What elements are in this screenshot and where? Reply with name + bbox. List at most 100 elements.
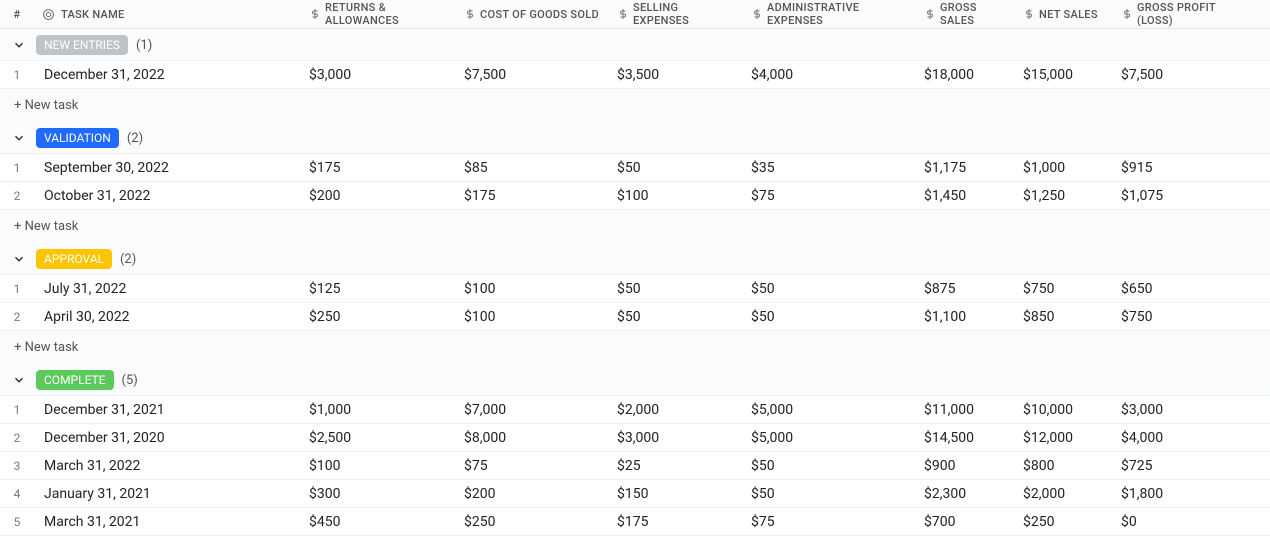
gross-sales-cell[interactable]: $700 <box>916 514 1015 530</box>
cogs-cell[interactable]: $175 <box>456 188 609 204</box>
net-sales-cell[interactable]: $1,250 <box>1015 188 1113 204</box>
new-task-button[interactable]: + New task <box>0 210 1270 243</box>
cogs-cell[interactable]: $8,000 <box>456 430 609 446</box>
admin-cell[interactable]: $5,000 <box>743 430 916 446</box>
cogs-cell[interactable]: $7,000 <box>456 402 609 418</box>
returns-cell[interactable]: $175 <box>301 160 456 176</box>
column-header-net-sales[interactable]: NET SALES <box>1015 8 1113 21</box>
chevron-down-icon[interactable] <box>10 129 28 147</box>
gross-profit-cell[interactable]: $4,000 <box>1113 430 1253 446</box>
gross-profit-cell[interactable]: $915 <box>1113 160 1253 176</box>
cogs-cell[interactable]: $7,500 <box>456 67 609 83</box>
admin-cell[interactable]: $50 <box>743 486 916 502</box>
task-name-cell[interactable]: December 31, 2021 <box>34 402 301 418</box>
table-row[interactable]: 1July 31, 2022$125$100$50$50$875$750$650 <box>0 274 1270 303</box>
column-header-gross-sales[interactable]: GROSS SALES <box>916 1 1015 27</box>
column-header-selling[interactable]: SELLING EXPENSES <box>609 1 743 27</box>
status-pill[interactable]: VALIDATION <box>36 128 119 148</box>
gross-profit-cell[interactable]: $7,500 <box>1113 67 1253 83</box>
net-sales-cell[interactable]: $800 <box>1015 458 1113 474</box>
column-header-admin[interactable]: ADMINISTRATIVE EXPENSES <box>743 1 916 27</box>
returns-cell[interactable]: $200 <box>301 188 456 204</box>
gross-sales-cell[interactable]: $900 <box>916 458 1015 474</box>
table-row[interactable]: 3March 31, 2022$100$75$25$50$900$800$725 <box>0 451 1270 480</box>
gross-profit-cell[interactable]: $750 <box>1113 309 1253 325</box>
new-task-button[interactable]: + New task <box>0 331 1270 364</box>
net-sales-cell[interactable]: $250 <box>1015 514 1113 530</box>
returns-cell[interactable]: $3,000 <box>301 67 456 83</box>
task-name-cell[interactable]: October 31, 2022 <box>34 188 301 204</box>
admin-cell[interactable]: $50 <box>743 309 916 325</box>
admin-cell[interactable]: $35 <box>743 160 916 176</box>
net-sales-cell[interactable]: $10,000 <box>1015 402 1113 418</box>
chevron-down-icon[interactable] <box>10 250 28 268</box>
gross-profit-cell[interactable]: $0 <box>1113 514 1253 530</box>
table-row[interactable]: 2April 30, 2022$250$100$50$50$1,100$850$… <box>0 302 1270 331</box>
net-sales-cell[interactable]: $750 <box>1015 281 1113 297</box>
task-name-cell[interactable]: March 31, 2022 <box>34 458 301 474</box>
selling-cell[interactable]: $25 <box>609 458 743 474</box>
status-pill[interactable]: APPROVAL <box>36 249 112 269</box>
selling-cell[interactable]: $50 <box>609 281 743 297</box>
table-row[interactable]: 5March 31, 2021$450$250$175$75$700$250$0 <box>0 507 1270 536</box>
gross-profit-cell[interactable]: $1,800 <box>1113 486 1253 502</box>
task-name-cell[interactable]: September 30, 2022 <box>34 160 301 176</box>
net-sales-cell[interactable]: $2,000 <box>1015 486 1113 502</box>
returns-cell[interactable]: $250 <box>301 309 456 325</box>
new-task-button[interactable]: + New task <box>0 89 1270 122</box>
task-name-cell[interactable]: December 31, 2020 <box>34 430 301 446</box>
returns-cell[interactable]: $2,500 <box>301 430 456 446</box>
task-name-cell[interactable]: December 31, 2022 <box>34 67 301 83</box>
gross-profit-cell[interactable]: $1,075 <box>1113 188 1253 204</box>
task-name-cell[interactable]: January 31, 2021 <box>34 486 301 502</box>
status-pill[interactable]: NEW ENTRIES <box>36 35 128 55</box>
returns-cell[interactable]: $125 <box>301 281 456 297</box>
column-header-index[interactable]: # <box>0 8 34 21</box>
selling-cell[interactable]: $3,500 <box>609 67 743 83</box>
net-sales-cell[interactable]: $12,000 <box>1015 430 1113 446</box>
admin-cell[interactable]: $75 <box>743 514 916 530</box>
gross-profit-cell[interactable]: $650 <box>1113 281 1253 297</box>
cogs-cell[interactable]: $100 <box>456 281 609 297</box>
chevron-down-icon[interactable] <box>10 36 28 54</box>
admin-cell[interactable]: $4,000 <box>743 67 916 83</box>
gross-sales-cell[interactable]: $1,450 <box>916 188 1015 204</box>
column-header-task-name[interactable]: TASK NAME <box>34 8 301 21</box>
table-row[interactable]: 4January 31, 2021$300$200$150$50$2,300$2… <box>0 479 1270 508</box>
gross-sales-cell[interactable]: $14,500 <box>916 430 1015 446</box>
cogs-cell[interactable]: $100 <box>456 309 609 325</box>
task-name-cell[interactable]: March 31, 2021 <box>34 514 301 530</box>
net-sales-cell[interactable]: $1,000 <box>1015 160 1113 176</box>
gross-sales-cell[interactable]: $11,000 <box>916 402 1015 418</box>
cogs-cell[interactable]: $75 <box>456 458 609 474</box>
selling-cell[interactable]: $175 <box>609 514 743 530</box>
selling-cell[interactable]: $3,000 <box>609 430 743 446</box>
gross-sales-cell[interactable]: $875 <box>916 281 1015 297</box>
gross-sales-cell[interactable]: $1,100 <box>916 309 1015 325</box>
returns-cell[interactable]: $300 <box>301 486 456 502</box>
selling-cell[interactable]: $50 <box>609 309 743 325</box>
column-header-returns[interactable]: RETURNS & ALLOWANCES <box>301 1 456 27</box>
admin-cell[interactable]: $50 <box>743 281 916 297</box>
selling-cell[interactable]: $100 <box>609 188 743 204</box>
gross-sales-cell[interactable]: $1,175 <box>916 160 1015 176</box>
table-row[interactable]: 2December 31, 2020$2,500$8,000$3,000$5,0… <box>0 423 1270 452</box>
selling-cell[interactable]: $150 <box>609 486 743 502</box>
net-sales-cell[interactable]: $15,000 <box>1015 67 1113 83</box>
net-sales-cell[interactable]: $850 <box>1015 309 1113 325</box>
status-pill[interactable]: COMPLETE <box>36 370 114 390</box>
task-name-cell[interactable]: April 30, 2022 <box>34 309 301 325</box>
cogs-cell[interactable]: $250 <box>456 514 609 530</box>
task-name-cell[interactable]: July 31, 2022 <box>34 281 301 297</box>
gross-profit-cell[interactable]: $725 <box>1113 458 1253 474</box>
returns-cell[interactable]: $1,000 <box>301 402 456 418</box>
cogs-cell[interactable]: $200 <box>456 486 609 502</box>
admin-cell[interactable]: $50 <box>743 458 916 474</box>
gross-sales-cell[interactable]: $2,300 <box>916 486 1015 502</box>
selling-cell[interactable]: $50 <box>609 160 743 176</box>
table-row[interactable]: 2October 31, 2022$200$175$100$75$1,450$1… <box>0 181 1270 210</box>
returns-cell[interactable]: $100 <box>301 458 456 474</box>
chevron-down-icon[interactable] <box>10 371 28 389</box>
selling-cell[interactable]: $2,000 <box>609 402 743 418</box>
cogs-cell[interactable]: $85 <box>456 160 609 176</box>
